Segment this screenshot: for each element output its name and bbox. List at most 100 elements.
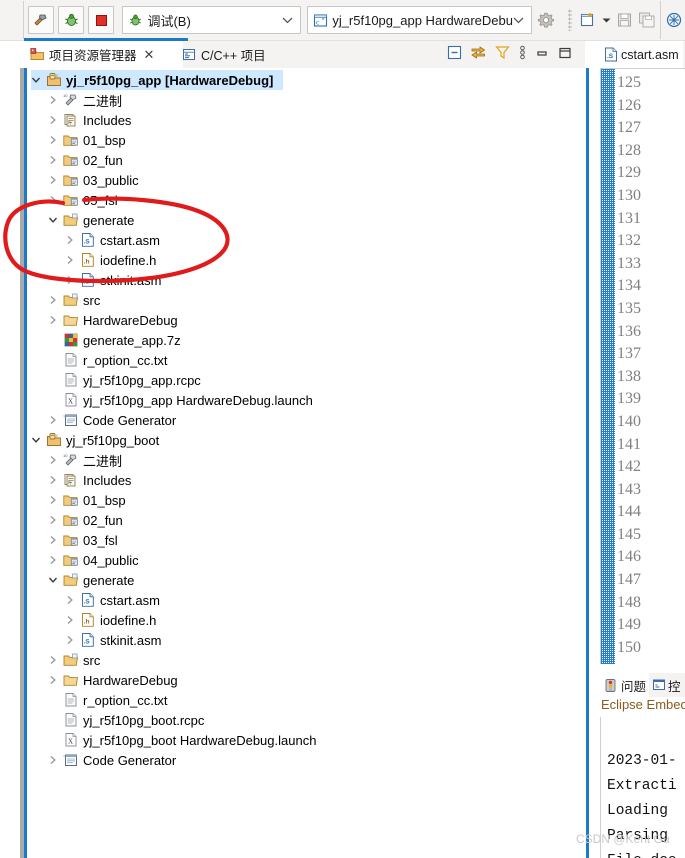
tab-console[interactable]: 控 — [649, 673, 684, 697]
editor-tab-cstart-asm[interactable]: .S cstart.asm — [600, 41, 683, 68]
tree-item-03-public[interactable]: 03_public — [31, 170, 581, 190]
tree-item-01-bsp[interactable]: 01_bsp — [31, 130, 581, 150]
console-title: Eclipse Embed — [600, 697, 685, 715]
chevron-right-icon[interactable] — [48, 755, 62, 765]
tree-item-project-app[interactable]: c yj_r5f10pg_app [HardwareDebug] — [31, 70, 283, 90]
tree-item-03-fsl-boot[interactable]: 03_fsl — [31, 530, 581, 550]
chevron-right-icon[interactable] — [48, 555, 62, 565]
tree-item-label: src — [83, 292, 101, 308]
maximize-icon[interactable] — [557, 46, 573, 60]
build-button[interactable] — [27, 6, 54, 34]
launch-mode-combo[interactable]: 调试(B) — [122, 6, 302, 34]
line-number: 135 — [617, 299, 641, 317]
tree-item-01-bsp-boot[interactable]: 01_bsp — [31, 490, 581, 510]
tree-item-cstart-asm-boot[interactable]: .S cstart.asm — [31, 590, 581, 610]
tree-item-02-fun-boot[interactable]: 02_fun — [31, 510, 581, 530]
watermark: CSDN @Kent Gu — [576, 832, 670, 846]
chevron-right-icon[interactable] — [48, 455, 62, 465]
launch-file-icon: X — [62, 392, 80, 408]
tree-item-rcpc-boot[interactable]: yj_r5f10pg_boot.rcpc — [31, 710, 581, 730]
tree-item-label: stkinit.asm — [100, 272, 162, 288]
chevron-right-icon[interactable] — [48, 135, 62, 145]
tree-item-code-generator-app[interactable]: c Code Generator — [31, 410, 581, 430]
chevron-down-icon[interactable] — [31, 435, 45, 445]
chevron-right-icon[interactable] — [48, 155, 62, 165]
chevron-right-icon[interactable] — [48, 535, 62, 545]
tree-item-launch-boot[interactable]: Xyj_r5f10pg_boot HardwareDebug.launch — [31, 730, 581, 750]
tree-item-code-generator-boot[interactable]: c Code Generator — [31, 750, 581, 770]
tree-item-generate-app[interactable]: generate — [31, 210, 581, 230]
chevron-right-icon[interactable] — [65, 615, 79, 625]
chevron-down-icon[interactable] — [282, 16, 298, 24]
tree-item-binaries[interactable]: 10 二进制 — [31, 90, 581, 110]
chevron-right-icon[interactable] — [48, 295, 62, 305]
tree-item-binaries-boot[interactable]: 10 二进制 — [31, 450, 581, 470]
chevron-right-icon[interactable] — [65, 275, 79, 285]
tree-item-includes-boot[interactable]: h Includes — [31, 470, 581, 490]
chevron-right-icon[interactable] — [48, 195, 62, 205]
chevron-down-icon[interactable] — [513, 16, 529, 24]
tree-item-hardwaredebug-boot[interactable]: HardwareDebug — [31, 670, 581, 690]
collapse-all-icon[interactable] — [446, 44, 463, 61]
line-number: 148 — [617, 593, 641, 611]
project-tree[interactable]: c yj_r5f10pg_app [HardwareDebug] 10 二进制 h Inc… — [31, 70, 581, 770]
chevron-right-icon[interactable] — [48, 415, 62, 425]
chevron-right-icon[interactable] — [65, 255, 79, 265]
filter-icon[interactable] — [494, 44, 511, 61]
tree-item-src-app[interactable]: src — [31, 290, 581, 310]
chevron-right-icon[interactable] — [65, 635, 79, 645]
chevron-right-icon[interactable] — [48, 315, 62, 325]
tree-item-generate-app-7z[interactable]: generate_app.7z — [31, 330, 581, 350]
tab-problems[interactable]: 问题 — [600, 673, 650, 697]
debug-button[interactable] — [57, 6, 85, 34]
tree-item-iodefine-h-boot[interactable]: .h iodefine.h — [31, 610, 581, 630]
tree-item-label: generate — [83, 572, 135, 588]
chevron-down-icon[interactable] — [48, 575, 62, 585]
tree-item-project-boot[interactable]: c yj_r5f10pg_boot — [31, 430, 581, 450]
new-file-icon[interactable] — [579, 11, 597, 29]
chevron-right-icon[interactable] — [65, 235, 79, 245]
text-file-icon — [62, 372, 80, 388]
launch-config-combo[interactable]: c × yj_r5f10pg_app HardwareDebu — [307, 6, 532, 34]
chevron-right-icon[interactable] — [48, 175, 62, 185]
source-editor[interactable]: 125 126 127 128 129 130 131 132 133 134 135 136 137 1… — [600, 68, 685, 664]
launch-file-icon: X — [62, 732, 80, 748]
tree-item-r-option-cc-txt-app[interactable]: r_option_cc.txt — [31, 350, 581, 370]
tree-item-r-option-cc-txt-boot[interactable]: r_option_cc.txt — [31, 690, 581, 710]
view-menu-icon[interactable] — [518, 44, 527, 61]
tree-item-02-fun[interactable]: 02_fun — [31, 150, 581, 170]
tree-item-rcpc-app[interactable]: yj_r5f10pg_app.rcpc — [31, 370, 581, 390]
tree-item-hardwaredebug-app[interactable]: HardwareDebug — [31, 310, 581, 330]
tree-item-cstart-asm-app[interactable]: .S cstart.asm — [31, 230, 581, 250]
close-icon[interactable]: ✕ — [144, 47, 155, 63]
chevron-right-icon[interactable] — [48, 495, 62, 505]
tree-item-iodefine-h-app[interactable]: .h iodefine.h — [31, 250, 581, 270]
chevron-right-icon[interactable] — [65, 595, 79, 605]
terminate-button[interactable] — [88, 6, 115, 34]
tree-item-launch-app[interactable]: Xyj_r5f10pg_app HardwareDebug.launch — [31, 390, 581, 410]
dropdown-arrow-icon[interactable] — [602, 17, 611, 24]
tab-c-cpp-projects[interactable]: C/C++ 项目 — [176, 41, 300, 68]
chevron-right-icon[interactable] — [48, 515, 62, 525]
tree-item-generate-boot[interactable]: generate — [31, 570, 581, 590]
asm-file-icon: .S — [79, 592, 97, 608]
build-all-icon[interactable] — [665, 11, 683, 29]
chevron-down-icon[interactable] — [48, 215, 62, 225]
chevron-right-icon[interactable] — [48, 95, 62, 105]
tree-item-src-boot[interactable]: src — [31, 650, 581, 670]
chevron-right-icon[interactable] — [48, 475, 62, 485]
link-editor-icon[interactable] — [470, 44, 487, 61]
minimize-icon[interactable] — [534, 46, 550, 60]
tree-item-stkinit-asm-app[interactable]: .S stkinit.asm — [31, 270, 581, 290]
chevron-right-icon[interactable] — [48, 115, 62, 125]
tab-project-explorer[interactable]: 项目资源管理器 ✕ — [24, 41, 183, 68]
tree-item-stkinit-asm-boot[interactable]: .S stkinit.asm — [31, 630, 581, 650]
tree-item-05-fsl[interactable]: 05_fsl — [31, 190, 581, 210]
chevron-right-icon[interactable] — [48, 655, 62, 665]
tree-item-04-public-boot[interactable]: 04_public — [31, 550, 581, 570]
tree-item-includes[interactable]: h Includes — [31, 110, 581, 130]
chevron-down-icon[interactable] — [31, 75, 45, 85]
tree-item-label: r_option_cc.txt — [83, 692, 168, 708]
chevron-right-icon[interactable] — [48, 675, 62, 685]
gear-icon[interactable] — [537, 11, 555, 29]
